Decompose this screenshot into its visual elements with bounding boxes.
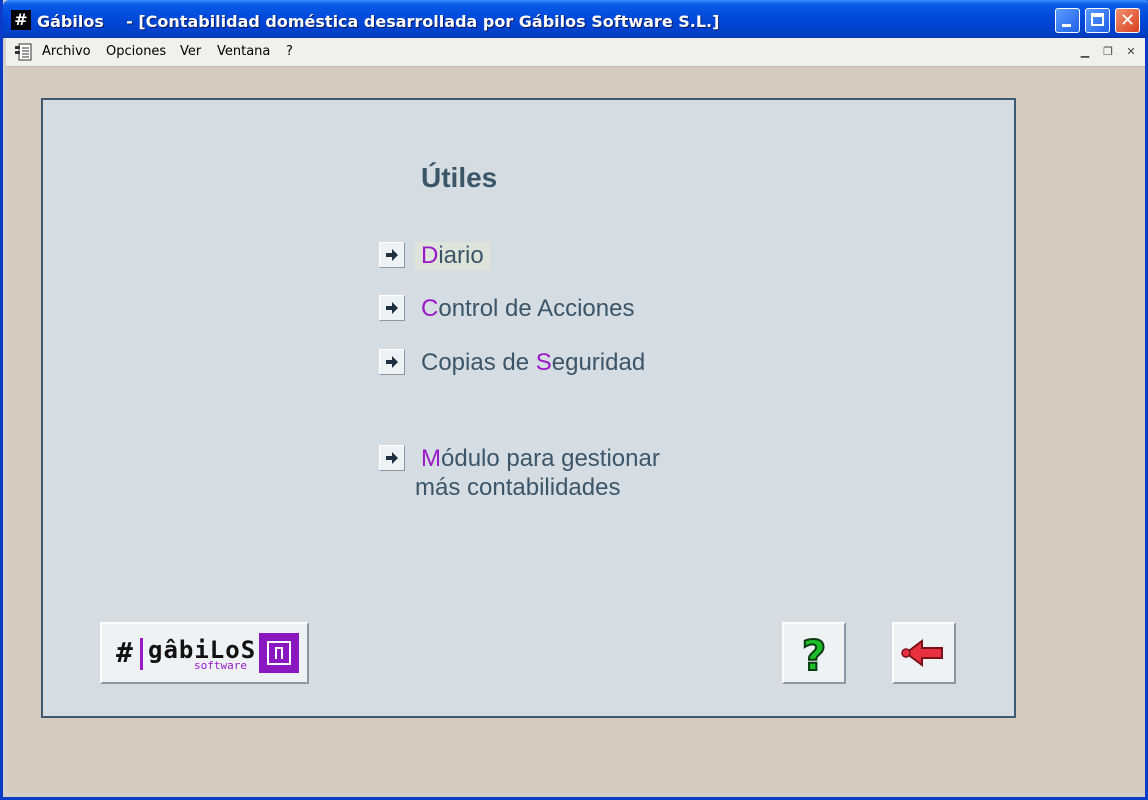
diario-arrow-button[interactable]: [379, 242, 405, 268]
option-label: Diario: [415, 242, 490, 270]
maximize-icon: [1091, 13, 1104, 26]
minimize-button[interactable]: [1055, 8, 1080, 33]
minimize-icon: [1062, 24, 1071, 27]
help-button[interactable]: ?: [782, 622, 846, 684]
mdi-minimize-icon[interactable]: ▁: [1077, 44, 1093, 60]
client-area: Útiles Diario Control de Acciones Copias…: [6, 67, 1145, 793]
utilities-panel: Útiles Diario Control de Acciones Copias…: [41, 98, 1016, 718]
logo-divider: [140, 638, 143, 670]
close-icon: ✕: [1119, 10, 1136, 31]
close-button[interactable]: ✕: [1115, 8, 1140, 33]
menu-help[interactable]: ?: [286, 38, 293, 66]
arrow-right-icon: [386, 249, 398, 261]
option-label: Módulo para gestionar: [421, 445, 660, 472]
menu-ver[interactable]: Ver: [180, 38, 201, 66]
back-button[interactable]: [892, 622, 956, 684]
page-title: Útiles: [421, 162, 498, 193]
app-window: # Gábilos - [Contabilidad doméstica desa…: [0, 0, 1148, 800]
window-title: Gábilos - [Contabilidad doméstica desarr…: [37, 12, 720, 31]
menu-ventana[interactable]: Ventana: [217, 38, 270, 66]
logo-hash-icon: #: [116, 636, 133, 669]
document-icon[interactable]: [14, 42, 34, 62]
menu-bar: Archivo Opciones Ver Ventana ? ▁ ❐ ✕: [6, 38, 1145, 67]
back-arrow-icon: [901, 639, 943, 667]
app-hash-icon[interactable]: #: [11, 10, 31, 30]
mdi-restore-icon[interactable]: ❐: [1100, 44, 1116, 60]
menu-opciones[interactable]: Opciones: [106, 38, 166, 66]
option-label-line2: más contabilidades: [415, 474, 621, 501]
maximize-button[interactable]: [1085, 8, 1110, 33]
modulo-arrow-button[interactable]: [379, 445, 405, 471]
option-label: Control de Acciones: [421, 295, 635, 322]
title-bar[interactable]: # Gábilos - [Contabilidad doméstica desa…: [3, 0, 1148, 38]
option-label: Copias de Seguridad: [421, 349, 646, 376]
arrow-right-icon: [386, 452, 398, 464]
copias-seguridad-arrow-button[interactable]: [379, 349, 405, 375]
mdi-close-icon[interactable]: ✕: [1123, 44, 1139, 60]
arrow-right-icon: [386, 356, 398, 368]
arrow-right-icon: [386, 302, 398, 314]
gabilos-logo-button[interactable]: # gâbiLoS software: [100, 622, 309, 684]
logo-subtitle: software: [194, 659, 247, 672]
question-mark-icon: ?: [801, 630, 827, 681]
menu-archivo[interactable]: Archivo: [42, 38, 91, 66]
logo-mark-icon: [259, 633, 299, 673]
svg-text:?: ?: [802, 631, 826, 680]
control-acciones-arrow-button[interactable]: [379, 295, 405, 321]
